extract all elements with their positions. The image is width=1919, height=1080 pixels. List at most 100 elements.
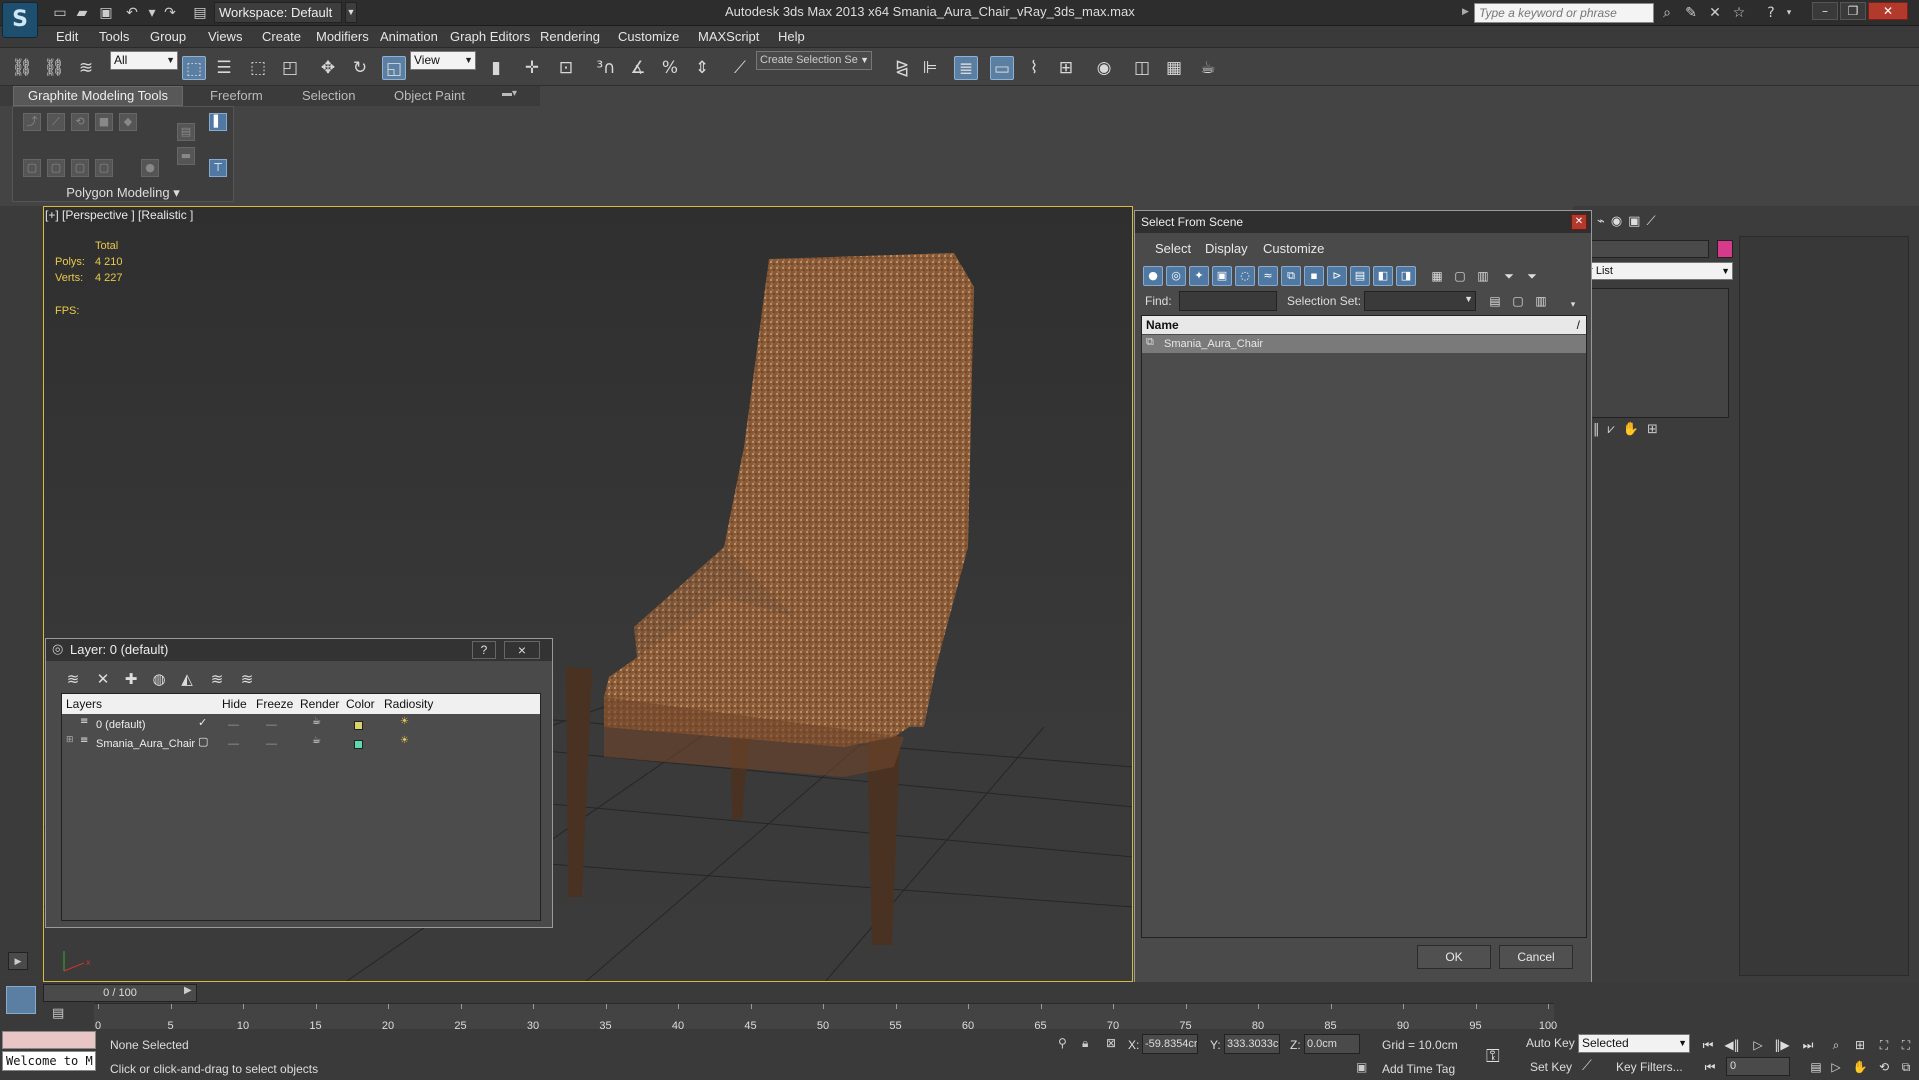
ribbon-tool-icon[interactable]: ⟲	[71, 113, 89, 131]
ribbon-tool-icon[interactable]: ▬	[177, 147, 195, 165]
find-input[interactable]	[1179, 291, 1277, 311]
hide-toggle[interactable]: —	[228, 716, 239, 734]
orbit-icon[interactable]: ⟲	[1874, 1058, 1894, 1076]
favorites-icon[interactable]: ☆	[1728, 3, 1750, 23]
help-button[interactable]: ?	[472, 641, 496, 659]
workspace-dropdown[interactable]: Workspace: Default	[214, 2, 342, 23]
menu-group[interactable]: Group	[150, 29, 186, 44]
display-all-icon[interactable]: ▦	[1427, 266, 1447, 286]
ribbon-tool-icon[interactable]: ⟋	[47, 113, 65, 131]
key-mode-dropdown[interactable]: Selected ▼	[1578, 1034, 1690, 1053]
new-file-icon[interactable]: ▭	[50, 3, 70, 23]
selection-lock-icon[interactable]: 🔒︎	[1082, 1036, 1088, 1051]
display-bones-icon[interactable]: ⊳	[1327, 266, 1347, 286]
column-radiosity[interactable]: Radiosity	[384, 694, 433, 714]
display-geometry-icon[interactable]: ●	[1143, 266, 1163, 286]
add-to-layer-icon[interactable]: ✚	[120, 669, 142, 689]
search-input[interactable]: Type a keyword or phrase	[1474, 3, 1654, 23]
column-freeze[interactable]: Freeze	[256, 694, 293, 714]
sfs-menu-customize[interactable]: Customize	[1263, 241, 1324, 256]
ok-button[interactable]: OK	[1417, 945, 1491, 969]
ribbon-tool-icon[interactable]: ▢	[47, 159, 65, 177]
select-and-move-icon[interactable]: ✥	[316, 56, 340, 80]
time-slider-next-icon[interactable]: ▶	[184, 985, 192, 996]
previous-frame-icon[interactable]: ◀‖	[1722, 1036, 1742, 1054]
select-and-rotate-icon[interactable]: ↻	[348, 56, 372, 80]
mirror-icon[interactable]: ⧎	[890, 56, 914, 80]
menu-graph-editors[interactable]: Graph Editors	[450, 29, 530, 44]
set-key-button[interactable]: Set Key	[1530, 1060, 1572, 1074]
communication-center-icon[interactable]: ✕	[1704, 3, 1726, 23]
select-none-icon[interactable]: ▢	[1508, 291, 1528, 311]
track-bar-toggle-icon[interactable]: ▤	[52, 1006, 64, 1021]
display-helpers-icon[interactable]: ◌	[1235, 266, 1255, 286]
field-of-view-icon[interactable]: ▷	[1826, 1058, 1846, 1076]
x-coordinate-field[interactable]: -59.8354cr	[1142, 1034, 1198, 1054]
close-icon[interactable]: ✕	[1571, 214, 1587, 230]
delete-layer-icon[interactable]: ✕	[92, 669, 114, 689]
layer-color-swatch[interactable]	[354, 721, 363, 730]
table-row[interactable]: ⊞ ≡ Smania_Aura_Chair ▢ — — ☕ ☀	[62, 735, 540, 753]
menu-create[interactable]: Create	[262, 29, 301, 44]
material-editor-icon[interactable]: ◉	[1092, 56, 1116, 80]
pivot-center-icon[interactable]: ▮	[484, 56, 508, 80]
save-icon[interactable]: ▣	[96, 3, 116, 23]
column-color[interactable]: Color	[346, 694, 375, 714]
ribbon-options-icon[interactable]: ▬▾	[502, 88, 517, 99]
selection-filter-dropdown[interactable]: All ▼	[110, 51, 178, 70]
y-coordinate-field[interactable]: 333.3033cr	[1224, 1034, 1280, 1054]
maximize-viewport-icon[interactable]: ⧉	[1896, 1058, 1916, 1076]
column-render[interactable]: Render	[300, 694, 339, 714]
maxscript-mini-listener[interactable]: Welcome to M	[2, 1051, 96, 1071]
display-containers-icon[interactable]: ▤	[1350, 266, 1370, 286]
keyboard-shortcut-override-icon[interactable]: ⊡	[554, 56, 578, 80]
zoom-icon[interactable]: ⌕	[1826, 1036, 1846, 1054]
select-by-name-icon[interactable]: ☰	[212, 56, 236, 80]
graphite-toggle-icon[interactable]: ▭	[990, 56, 1014, 80]
schematic-view-icon[interactable]: ⊞	[1054, 56, 1078, 80]
freeze-toggle[interactable]: —	[266, 716, 277, 734]
undo-dropdown-icon[interactable]: ▾	[142, 3, 162, 23]
rendered-frame-window-icon[interactable]: ▦	[1162, 56, 1186, 80]
select-and-scale-icon[interactable]: ◱	[382, 56, 406, 80]
track-bar[interactable]: 0 5 10 15 20 25 30 35 40 45 50 55 60 65 70 75 80 85 90 95 10…	[94, 1003, 1557, 1032]
ribbon-tool-icon[interactable]: ◆	[119, 113, 137, 131]
time-configuration-icon[interactable]: ▤	[1806, 1058, 1826, 1076]
zoom-extents-icon[interactable]: ⛶	[1874, 1036, 1894, 1054]
ribbon-tool-icon[interactable]: ●	[141, 159, 159, 177]
radiosity-icon[interactable]: ☀	[400, 735, 409, 746]
scene-object-list[interactable]: Name / ⧉ Smania_Aura_Chair	[1141, 315, 1587, 938]
reference-coordinate-dropdown[interactable]: View ▼	[410, 51, 476, 70]
menu-edit[interactable]: Edit	[56, 29, 78, 44]
filter-options-icon[interactable]: ⏷	[1522, 266, 1542, 286]
close-button[interactable]: ×	[504, 641, 540, 659]
current-frame-field[interactable]: 0	[1726, 1057, 1790, 1076]
redo-icon[interactable]: ↷	[160, 3, 180, 23]
layer-color-swatch[interactable]	[354, 740, 363, 749]
display-lights-icon[interactable]: ✦	[1189, 266, 1209, 286]
edit-named-selection-icon[interactable]: ⟋	[728, 56, 752, 80]
freeze-unfreeze-layers-icon[interactable]: ≋	[236, 669, 258, 689]
select-and-link-icon[interactable]: ⛓	[10, 56, 34, 80]
app-logo-icon[interactable]: S	[2, 2, 38, 38]
layer-manager-icon[interactable]: ≣	[954, 56, 978, 80]
tab-selection[interactable]: Selection	[302, 88, 355, 103]
curve-editor-icon[interactable]: ⌇	[1022, 56, 1046, 80]
auto-key-button[interactable]: Auto Key	[1526, 1036, 1575, 1050]
named-selection-dropdown[interactable]: Create Selection Se ▼	[756, 51, 872, 70]
next-frame-icon[interactable]: ‖▶	[1772, 1036, 1792, 1054]
display-none-icon[interactable]: ▢	[1450, 266, 1470, 286]
display-xrefs-icon[interactable]: ▪	[1304, 266, 1324, 286]
time-slider[interactable]: 0 / 100	[43, 984, 197, 1002]
ribbon-tool-icon[interactable]: ■	[95, 113, 113, 131]
zoom-all-icon[interactable]: ⊞	[1850, 1036, 1870, 1054]
render-teapot-icon[interactable]: ☕	[312, 716, 321, 727]
hide-unhide-layers-icon[interactable]: ≋	[206, 669, 228, 689]
sfs-menu-select[interactable]: Select	[1155, 241, 1191, 256]
select-objects-in-layer-icon[interactable]: ◍	[148, 669, 170, 689]
object-color-swatch[interactable]	[1717, 240, 1733, 258]
hide-toggle[interactable]: —	[228, 735, 239, 753]
angle-snap-icon[interactable]: ∡	[626, 56, 650, 80]
percent-snap-icon[interactable]: %	[658, 56, 682, 80]
maxscript-mini-listener-top[interactable]	[2, 1031, 96, 1049]
